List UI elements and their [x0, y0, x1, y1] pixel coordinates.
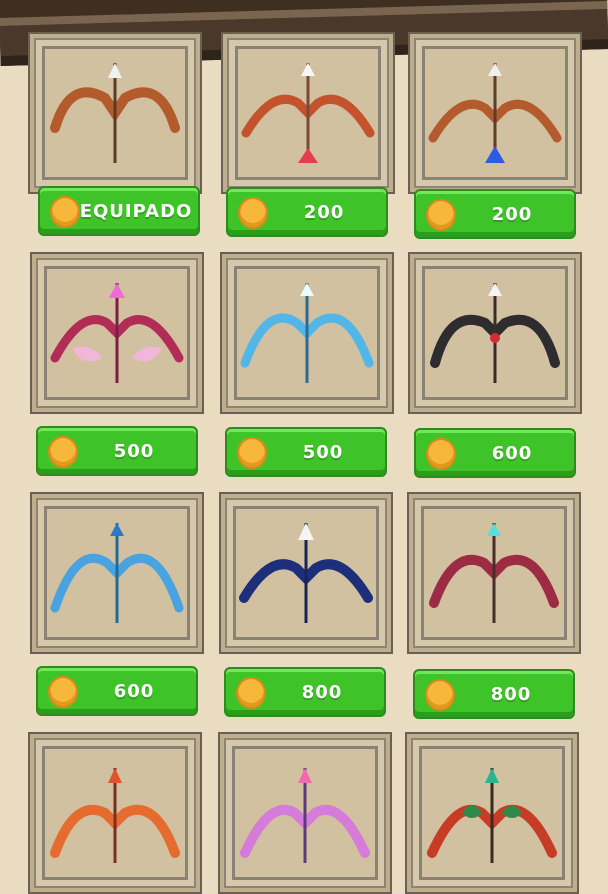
bow-card[interactable] — [28, 732, 202, 894]
crimson-horn-bow-icon — [429, 523, 559, 623]
coin-icon — [426, 199, 456, 231]
blue-feather-bow-icon — [428, 63, 562, 163]
price-button[interactable]: 800 — [224, 667, 386, 717]
price-button[interactable]: 500 — [36, 426, 198, 476]
bow-card[interactable] — [28, 32, 202, 194]
price-label: 600 — [113, 680, 155, 702]
price-label: 800 — [490, 683, 532, 705]
bow-card[interactable] — [30, 492, 204, 654]
coin-icon — [425, 679, 455, 711]
coin-icon — [236, 677, 266, 709]
pink-wing-bow-icon — [50, 283, 184, 383]
bow-card[interactable] — [408, 32, 582, 194]
coin-icon — [48, 436, 78, 468]
coin-icon — [48, 676, 78, 708]
bow-card[interactable] — [220, 252, 394, 414]
pastel-spirit-bow-icon — [240, 768, 370, 863]
bow-card[interactable] — [218, 732, 392, 894]
price-button[interactable]: 800 — [413, 669, 575, 719]
bow-card[interactable] — [30, 252, 204, 414]
frost-branch-bow-icon — [50, 523, 184, 623]
price-label: 600 — [491, 442, 533, 464]
price-label: EQUIPADO — [79, 200, 193, 222]
price-button[interactable]: 600 — [36, 666, 198, 716]
price-button[interactable]: 200 — [226, 187, 388, 237]
price-button[interactable]: 500 — [225, 427, 387, 477]
dark-demon-bow-icon — [430, 283, 560, 383]
coin-icon — [426, 438, 456, 470]
coin-icon — [237, 437, 267, 469]
sapphire-bat-bow-icon — [239, 523, 373, 623]
coin-icon — [238, 197, 268, 229]
bow-card[interactable] — [221, 32, 395, 194]
bow-card[interactable] — [219, 492, 393, 654]
price-label: 200 — [491, 203, 533, 225]
leaf-vine-bow-icon — [427, 768, 557, 863]
price-button[interactable]: 600 — [414, 428, 576, 478]
coin-icon — [50, 196, 80, 228]
price-label: 500 — [302, 441, 344, 463]
ice-crystal-bow-icon — [240, 283, 374, 383]
shop-grid: EQUIPADO 200 200 500 500 600 600 800 800 — [0, 0, 608, 894]
bow-card[interactable] — [408, 252, 582, 414]
bow-card[interactable] — [407, 492, 581, 654]
price-button[interactable]: 200 — [414, 189, 576, 239]
price-button[interactable]: EQUIPADO — [38, 186, 200, 236]
price-label: 500 — [113, 440, 155, 462]
price-label: 800 — [301, 681, 343, 703]
price-label: 200 — [303, 201, 345, 223]
red-feather-bow-icon — [241, 63, 375, 163]
bow-card[interactable] — [405, 732, 579, 894]
copper-bow-icon — [50, 63, 180, 163]
flame-bow-icon — [50, 768, 180, 863]
